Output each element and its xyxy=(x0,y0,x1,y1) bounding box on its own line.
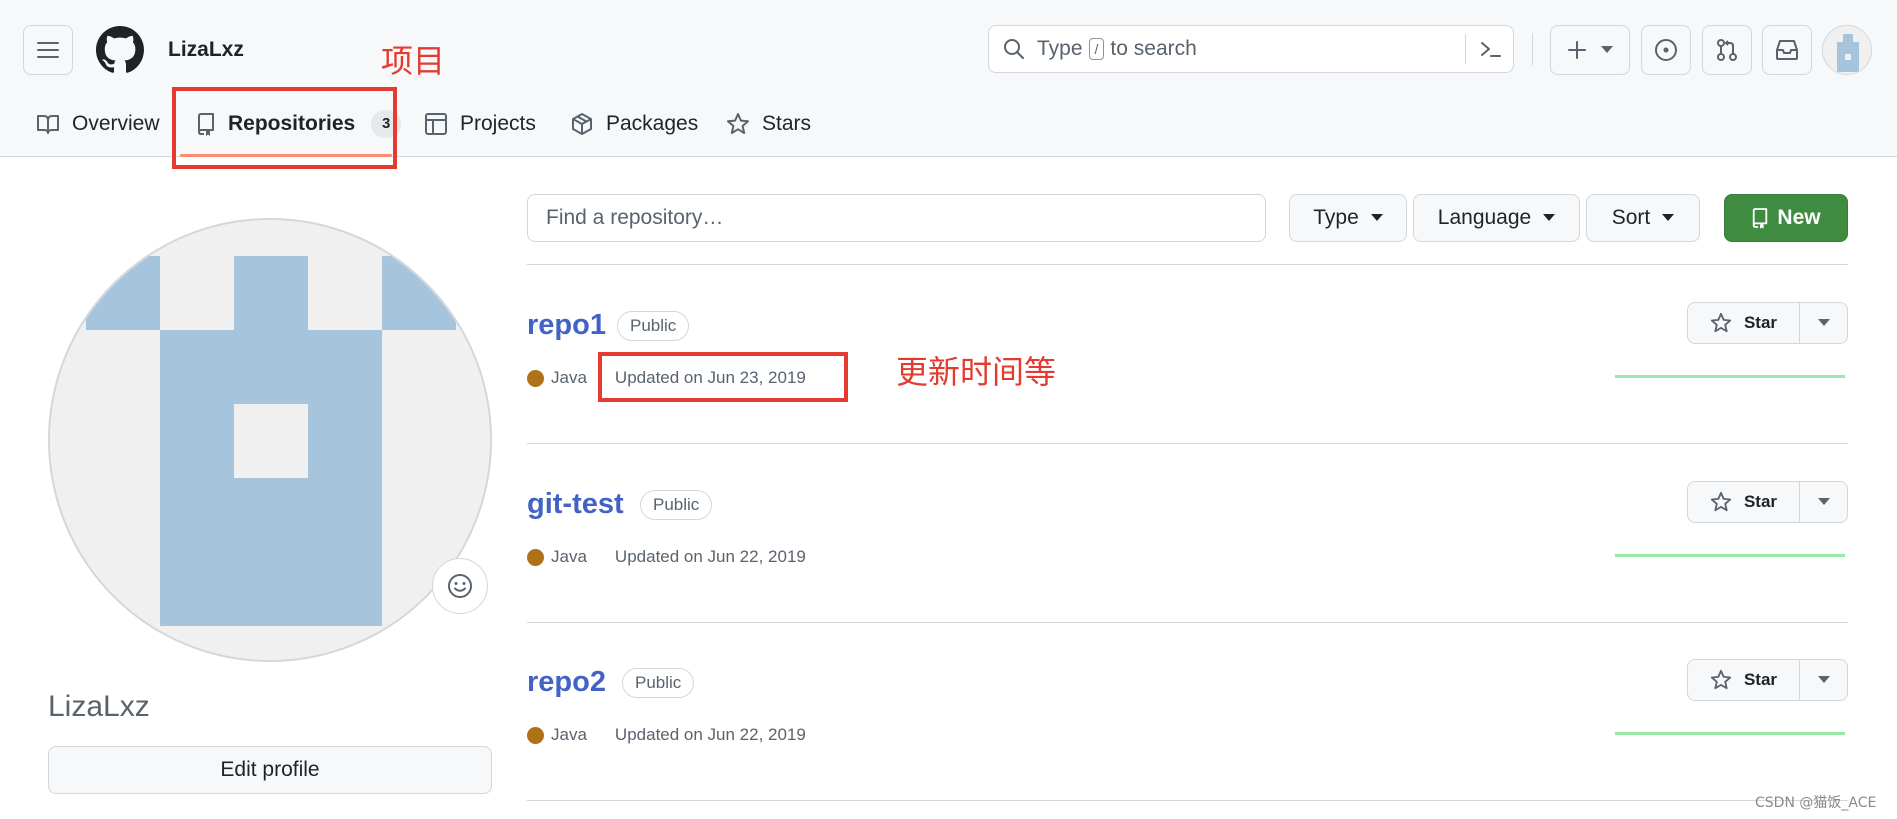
star-button[interactable]: Star xyxy=(1688,660,1800,700)
repo-meta: Java Updated on Jun 22, 2019 xyxy=(527,545,806,569)
search-suffix-text: to search xyxy=(1110,37,1197,60)
repo-meta: Java Updated on Jun 22, 2019 xyxy=(527,723,806,747)
language-color-dot xyxy=(527,726,544,744)
tab-projects-label: Projects xyxy=(460,112,536,135)
type-filter-label: Type xyxy=(1313,206,1359,229)
star-icon xyxy=(1710,312,1732,333)
activity-sparkline xyxy=(1615,554,1845,557)
tab-overview[interactable]: Overview xyxy=(36,108,160,140)
tab-packages-label: Packages xyxy=(606,112,699,135)
new-repository-button[interactable]: New xyxy=(1724,194,1848,242)
pull-requests-button[interactable] xyxy=(1702,25,1752,75)
language-color-dot xyxy=(527,369,544,387)
language-filter-label: Language xyxy=(1437,206,1532,229)
tab-stars-label: Stars xyxy=(762,112,812,135)
annotation-box-tabs xyxy=(172,87,397,169)
star-icon xyxy=(727,113,749,134)
star-label: Star xyxy=(1743,670,1778,689)
plus-icon xyxy=(1568,41,1586,59)
tab-stars[interactable]: Stars xyxy=(726,108,811,140)
star-icon xyxy=(1710,669,1732,690)
star-button-group: Star xyxy=(1687,481,1848,523)
caret-down-icon xyxy=(1601,46,1613,53)
caret-down-icon xyxy=(1817,498,1830,505)
star-list-dropdown[interactable] xyxy=(1800,303,1847,343)
header-separator xyxy=(1532,33,1533,65)
search-prefix-text: Type xyxy=(1037,37,1083,60)
star-list-dropdown[interactable] xyxy=(1800,482,1847,522)
package-icon xyxy=(572,113,592,135)
inbox-button[interactable] xyxy=(1762,25,1812,75)
visibility-badge: Public xyxy=(617,311,690,341)
create-new-button[interactable] xyxy=(1550,25,1630,75)
tab-overview-label: Overview xyxy=(72,112,160,135)
caret-down-icon xyxy=(1543,214,1556,221)
smiley-icon xyxy=(448,574,472,598)
repo-updated: Updated on Jun 22, 2019 xyxy=(614,725,806,744)
profile-username: LizaLxz xyxy=(48,690,150,723)
language-filter-button[interactable]: Language xyxy=(1413,194,1580,242)
repo-language: Java xyxy=(551,368,587,387)
caret-down-icon xyxy=(1370,214,1383,221)
command-palette-icon[interactable] xyxy=(1475,34,1507,64)
list-divider xyxy=(527,800,1848,801)
repo-language: Java xyxy=(551,725,587,744)
issue-circle-icon xyxy=(1655,39,1677,61)
star-label: Star xyxy=(1743,313,1778,332)
tab-packages[interactable]: Packages xyxy=(570,108,698,140)
hamburger-icon xyxy=(37,42,59,58)
list-divider xyxy=(527,443,1848,444)
caret-down-icon xyxy=(1662,214,1675,221)
find-repository-input[interactable]: Find a repository… xyxy=(527,194,1266,242)
github-logo-icon[interactable] xyxy=(96,26,144,74)
star-button-group: Star xyxy=(1687,659,1848,701)
menu-button[interactable] xyxy=(23,25,73,75)
caret-down-icon xyxy=(1817,319,1830,326)
repo-updated: Updated on Jun 22, 2019 xyxy=(614,547,806,566)
star-list-dropdown[interactable] xyxy=(1800,660,1847,700)
global-search-input[interactable]: Type / to search xyxy=(988,25,1514,73)
star-button-group: Star xyxy=(1687,302,1848,344)
type-filter-button[interactable]: Type xyxy=(1289,194,1407,242)
issues-button[interactable] xyxy=(1641,25,1691,75)
list-divider xyxy=(527,264,1848,265)
star-label: Star xyxy=(1743,492,1778,511)
list-divider xyxy=(527,622,1848,623)
set-status-button[interactable] xyxy=(432,558,488,614)
header-username[interactable]: LizaLxz xyxy=(168,38,244,62)
visibility-badge: Public xyxy=(640,490,713,520)
search-divider xyxy=(1465,34,1466,64)
book-icon xyxy=(37,115,59,134)
table-icon xyxy=(425,113,447,135)
star-icon xyxy=(1710,491,1732,512)
activity-sparkline xyxy=(1615,375,1845,378)
visibility-badge: Public xyxy=(622,668,695,698)
annotation-box-updated xyxy=(598,352,848,402)
repo-icon xyxy=(1753,208,1768,229)
search-placeholder: Type / to search xyxy=(1037,37,1197,61)
sort-label: Sort xyxy=(1611,206,1651,229)
activity-sparkline xyxy=(1615,732,1845,735)
repo-link[interactable]: git-test xyxy=(527,488,624,521)
star-button[interactable]: Star xyxy=(1688,303,1800,343)
repo-link[interactable]: repo1 xyxy=(527,309,606,342)
search-icon xyxy=(1004,39,1024,59)
caret-down-icon xyxy=(1817,676,1830,683)
tab-projects[interactable]: Projects xyxy=(424,108,536,140)
inbox-icon xyxy=(1776,40,1798,60)
watermark: CSDN @猫饭_ACE xyxy=(1755,795,1877,811)
profile-avatar[interactable] xyxy=(48,218,492,662)
edit-profile-button[interactable]: Edit profile xyxy=(48,746,492,794)
user-avatar-small[interactable] xyxy=(1822,25,1872,75)
language-color-dot xyxy=(527,548,544,566)
search-shortcut-key: / xyxy=(1088,38,1105,60)
annotation-updated-note: 更新时间等 xyxy=(896,353,1057,391)
pull-request-icon xyxy=(1717,39,1737,61)
star-button[interactable]: Star xyxy=(1688,482,1800,522)
annotation-tab-note: 项目 xyxy=(381,42,446,80)
repo-language: Java xyxy=(551,547,587,566)
new-button-label: New xyxy=(1777,206,1821,229)
repo-link[interactable]: repo2 xyxy=(527,666,606,699)
sort-button[interactable]: Sort xyxy=(1586,194,1700,242)
